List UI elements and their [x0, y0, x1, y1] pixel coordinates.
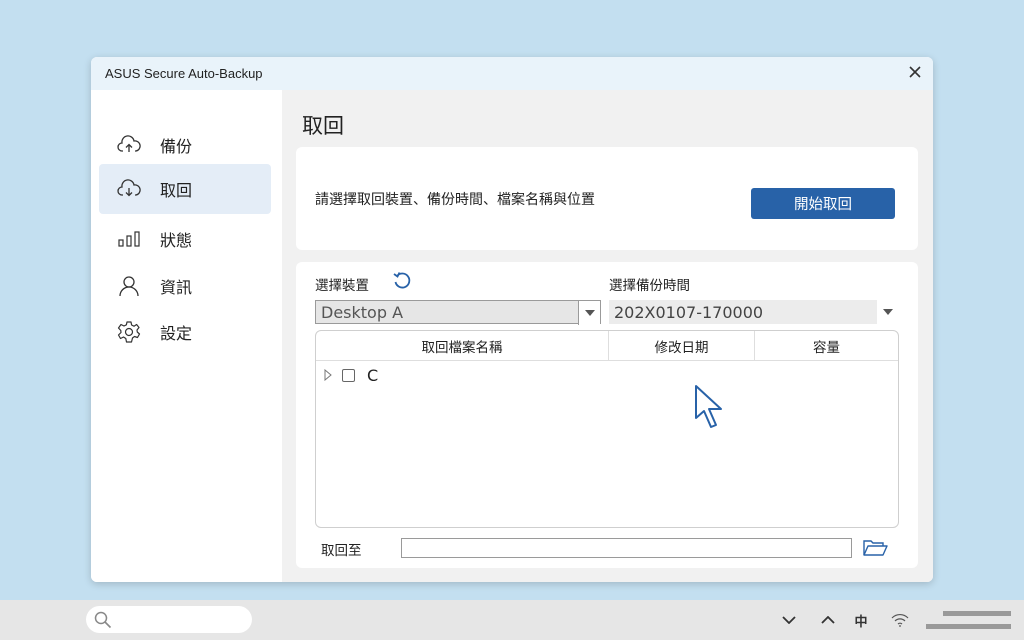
time-dropdown-button[interactable]	[877, 300, 899, 324]
backup-time-label: 選擇備份時間	[609, 278, 690, 294]
taskbar: 中	[0, 600, 1024, 640]
tray-chevron-down[interactable]	[780, 610, 798, 630]
taskbar-search-box[interactable]	[86, 606, 252, 633]
destination-label: 取回至	[321, 543, 362, 559]
chevron-down-icon	[883, 309, 893, 315]
close-button[interactable]	[905, 62, 925, 82]
chevron-down-icon	[782, 616, 796, 624]
device-dropdown-button[interactable]	[578, 301, 600, 325]
sidebar-item-label: 取回	[160, 181, 193, 200]
sidebar: 備份 取回 狀態 資訊 設定	[91, 90, 282, 582]
tray-show-hidden[interactable]	[819, 610, 837, 630]
row-checkbox[interactable]	[342, 368, 355, 382]
device-select[interactable]: Desktop A	[315, 300, 601, 325]
title-bar: ASUS Secure Auto-Backup	[91, 57, 933, 90]
expand-arrow-icon[interactable]	[324, 369, 334, 381]
gear-icon	[116, 319, 142, 345]
page-title: 取回	[302, 114, 344, 138]
device-label: 選擇裝置	[315, 278, 369, 294]
table-header: 取回檔案名稱 修改日期 容量	[316, 331, 898, 361]
sidebar-item-status[interactable]: 狀態	[99, 214, 271, 264]
cloud-download-icon	[116, 176, 142, 202]
column-header-modified[interactable]: 修改日期	[608, 331, 754, 360]
cloud-upload-icon	[116, 132, 142, 158]
sidebar-item-settings[interactable]: 設定	[99, 307, 271, 357]
device-select-value: Desktop A	[321, 302, 404, 322]
column-header-size[interactable]: 容量	[754, 331, 898, 360]
folder-open-icon	[863, 540, 888, 556]
restore-options-card: 選擇裝置 選擇備份時間 Desktop A 202X0107-170000 取回	[296, 262, 918, 568]
table-row[interactable]: C	[316, 363, 898, 387]
sidebar-item-restore[interactable]: 取回	[99, 164, 271, 214]
refresh-icon	[393, 272, 411, 289]
refresh-button[interactable]	[390, 269, 414, 293]
sidebar-item-label: 資訊	[160, 278, 193, 297]
clock-placeholder[interactable]	[926, 610, 1011, 632]
main-panel: 取回 請選擇取回裝置、備份時間、檔案名稱與位置 開始取回 選擇裝置 選擇備份時間…	[282, 90, 933, 582]
start-restore-button[interactable]: 開始取回	[751, 188, 895, 219]
close-icon	[909, 66, 921, 78]
sidebar-item-backup[interactable]: 備份	[99, 120, 271, 170]
ime-indicator[interactable]: 中	[852, 610, 870, 630]
browse-folder-button[interactable]	[862, 538, 888, 558]
sidebar-item-label: 設定	[160, 324, 193, 343]
sidebar-item-label: 備份	[160, 137, 193, 156]
sidebar-item-label: 狀態	[160, 231, 193, 250]
chevron-down-icon	[584, 310, 595, 316]
mouse-pointer-icon	[695, 385, 722, 428]
chevron-up-icon	[821, 616, 835, 624]
tray-wifi[interactable]	[890, 610, 910, 630]
instruction-text: 請選擇取回裝置、備份時間、檔案名稱與位置	[315, 192, 595, 208]
app-window: ASUS Secure Auto-Backup 備份 取回 狀態 資訊 設定 取…	[91, 57, 933, 582]
window-title: ASUS Secure Auto-Backup	[105, 66, 263, 81]
backup-time-select[interactable]: 202X0107-170000	[609, 300, 899, 324]
wifi-icon	[891, 614, 909, 627]
backup-time-value: 202X0107-170000	[614, 302, 764, 322]
user-icon	[116, 273, 142, 299]
column-header-filename[interactable]: 取回檔案名稱	[316, 331, 608, 360]
row-name: C	[367, 365, 379, 385]
bar-chart-icon	[116, 226, 142, 252]
sidebar-item-info[interactable]: 資訊	[99, 261, 271, 311]
instruction-card: 請選擇取回裝置、備份時間、檔案名稱與位置 開始取回	[296, 147, 918, 250]
file-table: 取回檔案名稱 修改日期 容量 C	[315, 330, 899, 528]
search-icon	[94, 611, 112, 629]
destination-path-input[interactable]	[401, 538, 852, 558]
